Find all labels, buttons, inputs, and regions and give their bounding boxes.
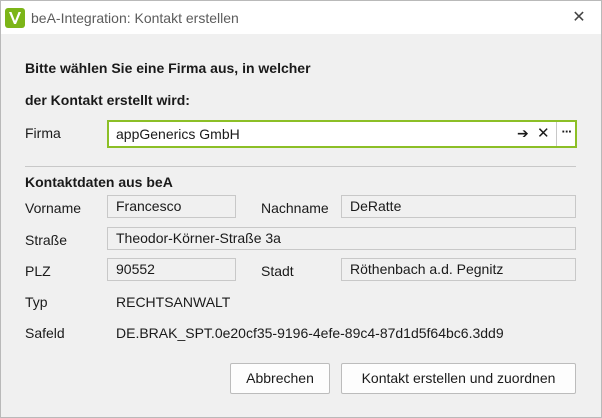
plz-label: PLZ	[25, 263, 51, 279]
firma-value[interactable]: appGenerics GmbH	[116, 126, 240, 142]
create-and-assign-button[interactable]: Kontakt erstellen und zuordnen	[341, 363, 576, 394]
prompt-line-1: Bitte wählen Sie eine Firma aus, in welc…	[25, 60, 311, 76]
prompt-line-2: der Kontakt erstellt wird:	[25, 92, 190, 108]
close-icon[interactable]: ✕	[567, 7, 591, 29]
more-options-button[interactable]: ···	[556, 122, 576, 146]
stadt-field: Röthenbach a.d. Pegnitz	[341, 258, 576, 281]
vorname-field: Francesco	[107, 195, 236, 218]
navigate-arrow-icon[interactable]: ➔	[517, 125, 529, 142]
cancel-button[interactable]: Abbrechen	[230, 363, 330, 394]
title-bar[interactable]: beA-Integration: Kontakt erstellen ✕	[1, 1, 601, 34]
firma-combobox[interactable]: appGenerics GmbH ➔ ✕ ···	[107, 120, 577, 148]
typ-value: RECHTSANWALT	[116, 294, 231, 310]
safeld-label: Safeld	[25, 325, 65, 341]
nachname-field: DeRatte	[341, 195, 576, 218]
stadt-label: Stadt	[261, 263, 294, 279]
v-logo-icon	[5, 8, 25, 28]
typ-label: Typ	[25, 294, 48, 310]
plz-field: 90552	[107, 258, 236, 281]
nachname-label: Nachname	[261, 200, 329, 216]
dialog-content: Bitte wählen Sie eine Firma aus, in welc…	[1, 34, 601, 417]
section-title: Kontaktdaten aus beA	[25, 174, 173, 190]
clear-icon[interactable]: ✕	[537, 124, 550, 142]
strasse-field: Theodor-Körner-Straße 3a	[107, 227, 576, 250]
window-title: beA-Integration: Kontakt erstellen	[31, 10, 239, 26]
safeld-value: DE.BRAK_SPT.0e20cf35-9196-4efe-89c4-87d1…	[116, 325, 504, 341]
firma-label: Firma	[25, 125, 61, 141]
strasse-label: Straße	[25, 232, 68, 248]
section-divider	[25, 166, 576, 167]
vorname-label: Vorname	[25, 200, 82, 216]
dialog-window: beA-Integration: Kontakt erstellen ✕ Bit…	[0, 0, 602, 418]
